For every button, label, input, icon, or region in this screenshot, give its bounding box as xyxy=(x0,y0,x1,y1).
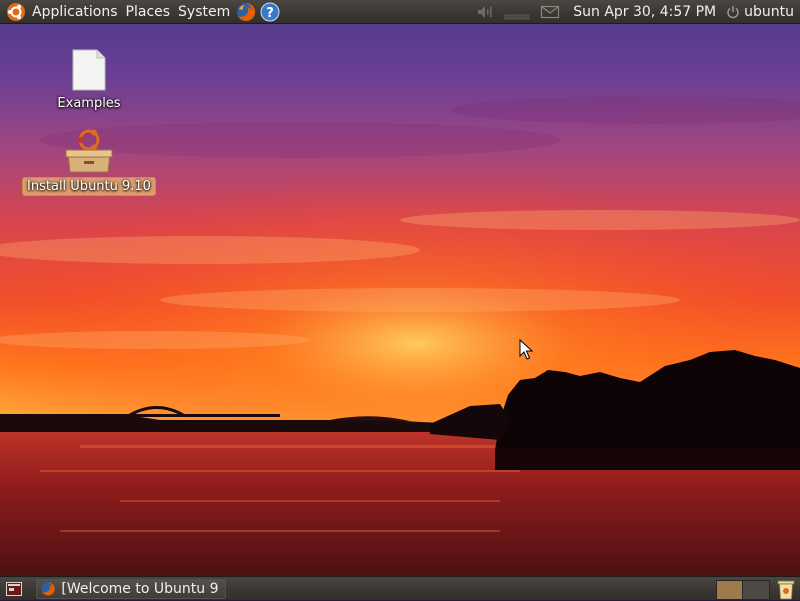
workspace-1[interactable] xyxy=(716,580,744,600)
network-indicator[interactable] xyxy=(504,0,530,24)
mouse-cursor-icon xyxy=(519,339,533,360)
volume-control[interactable] xyxy=(476,0,494,24)
mail-indicator[interactable] xyxy=(540,0,560,24)
firefox-icon xyxy=(237,2,256,21)
volume-icon xyxy=(478,5,492,18)
user-menu[interactable]: ubuntu xyxy=(726,4,794,20)
power-icon xyxy=(727,5,739,18)
system-menu-label: System xyxy=(178,3,231,20)
places-menu[interactable]: Places xyxy=(122,0,175,24)
file-icon xyxy=(72,49,106,91)
applications-menu-label: Applications xyxy=(32,3,118,20)
ubuntu-logo-icon xyxy=(7,2,25,21)
show-desktop-icon xyxy=(6,581,22,596)
help-launcher[interactable]: ? xyxy=(259,1,281,23)
user-name: ubuntu xyxy=(744,3,794,20)
firefox-launcher[interactable] xyxy=(235,1,257,23)
clock[interactable]: Sun Apr 30, 4:57 PM xyxy=(573,4,716,20)
trash-icon xyxy=(777,580,795,600)
network-icon xyxy=(504,14,530,19)
show-desktop-button[interactable] xyxy=(2,577,26,601)
taskbar-item-label: [Welcome to Ubuntu 9.... xyxy=(61,580,219,597)
top-panel: Applications Places System ? Sun Apr 30,… xyxy=(0,0,800,24)
firefox-icon xyxy=(41,582,55,595)
installer-icon xyxy=(65,129,113,173)
desktop-icon-install-ubuntu[interactable]: Install Ubuntu 9.10 xyxy=(22,128,156,196)
desktop-icon-label: Examples xyxy=(57,96,121,111)
system-menu[interactable]: System xyxy=(174,0,234,24)
workspace-2[interactable] xyxy=(742,580,770,600)
mail-icon xyxy=(541,5,560,18)
desktop-icon-examples[interactable]: Examples xyxy=(52,48,126,112)
taskbar-item-welcome[interactable]: [Welcome to Ubuntu 9.... xyxy=(36,578,226,599)
help-icon: ? xyxy=(260,2,280,21)
svg-text:?: ? xyxy=(266,6,274,21)
applications-menu[interactable]: Applications xyxy=(0,0,122,24)
places-menu-label: Places xyxy=(125,3,171,20)
trash-button[interactable] xyxy=(774,577,798,601)
desktop-icon-label: Install Ubuntu 9.10 xyxy=(22,177,156,196)
bottom-panel: [Welcome to Ubuntu 9.... xyxy=(0,576,800,600)
